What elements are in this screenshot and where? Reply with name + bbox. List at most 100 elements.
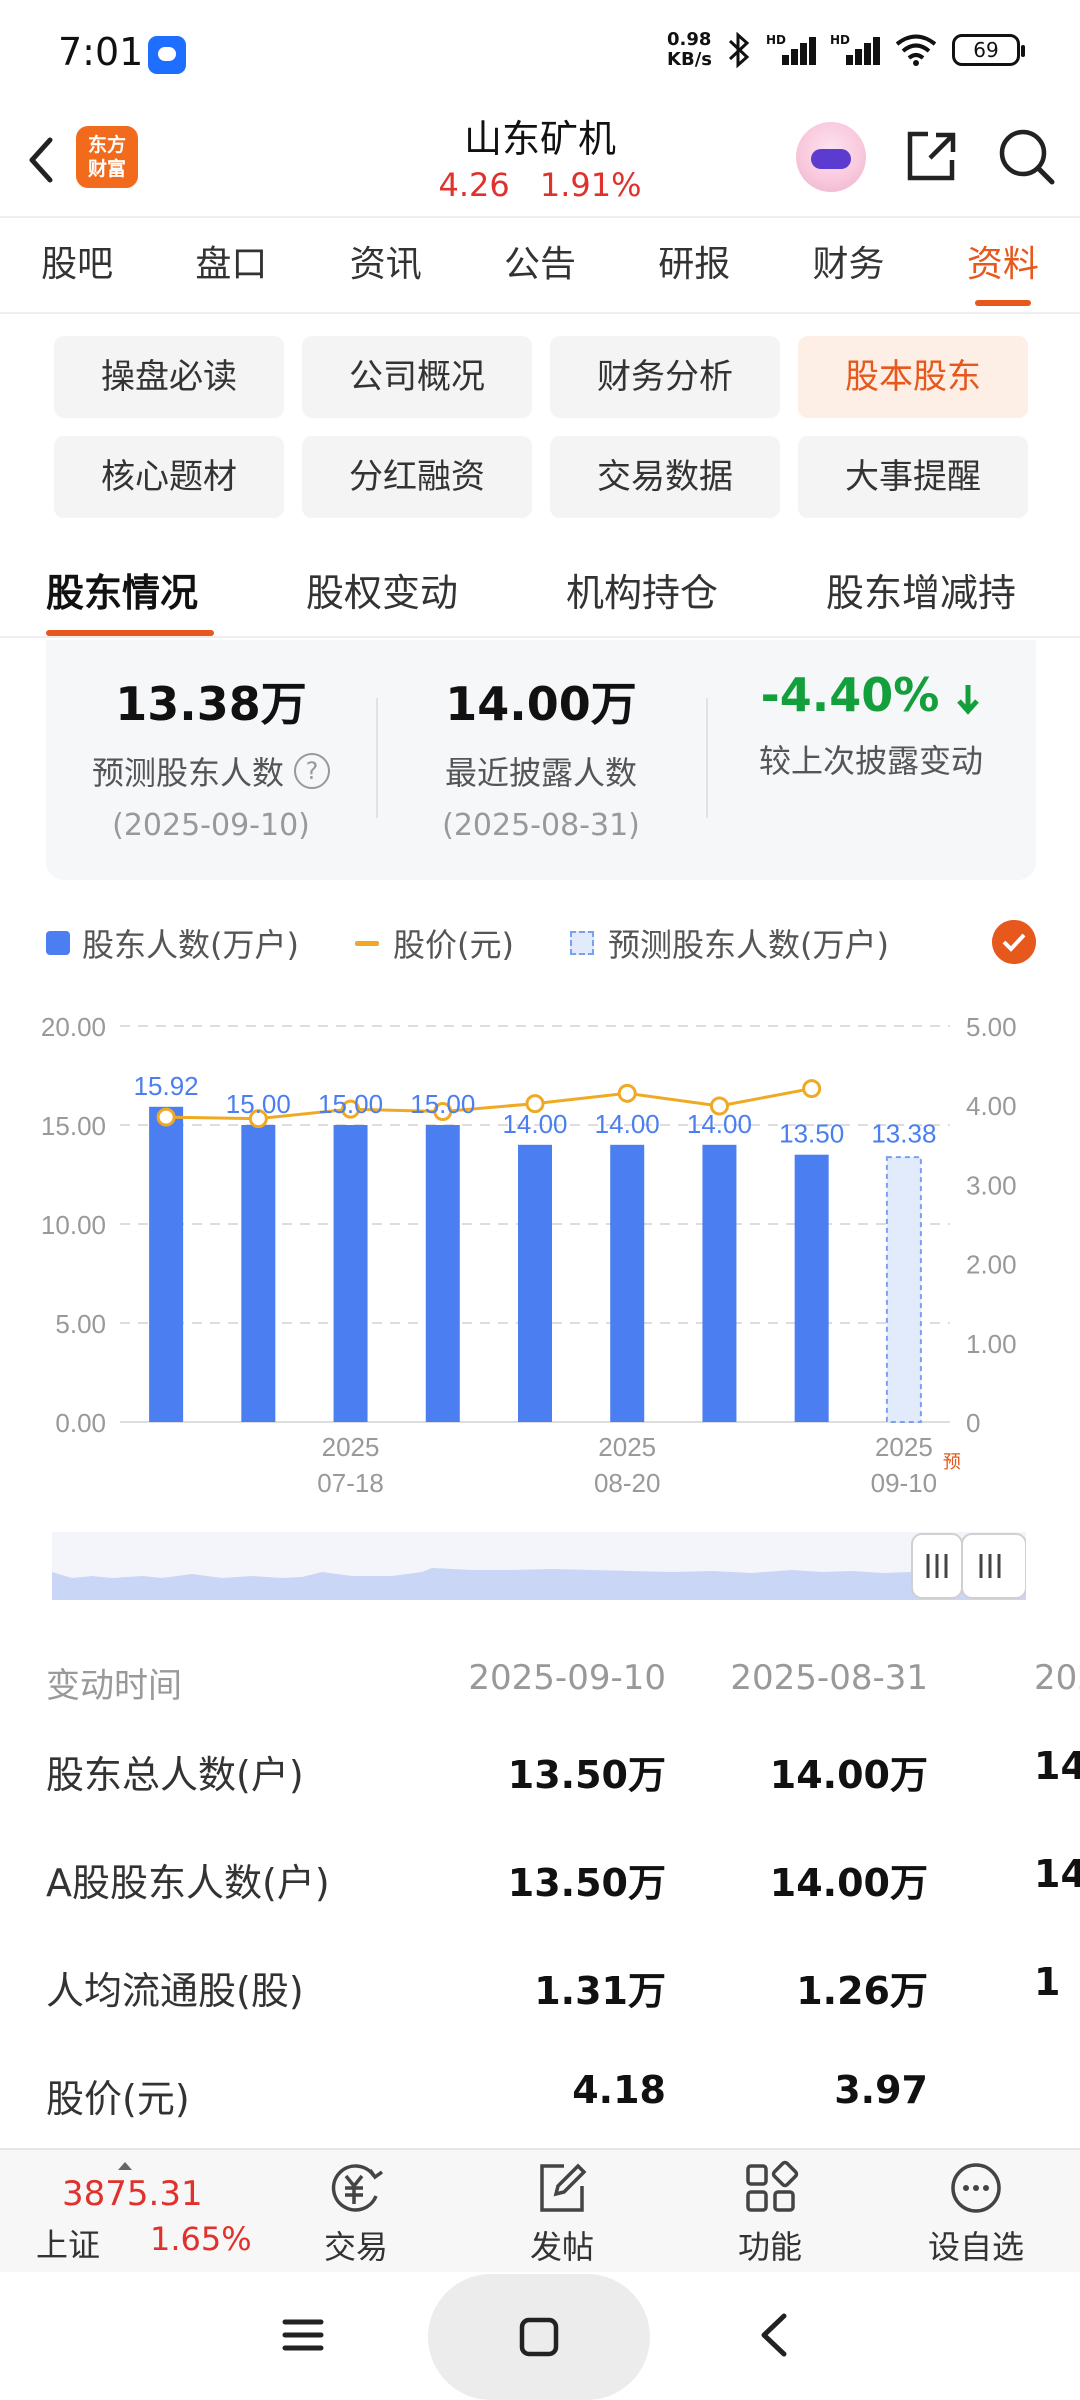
nav-trade[interactable]: 交易: [286, 2160, 426, 2268]
ai-assistant-icon[interactable]: [796, 122, 866, 192]
bar-label: 13.50: [779, 1119, 844, 1149]
shareholder-chart: 15.92 15.00 15.00 15.00 14.00 14.00 14.00 13.50…: [41, 1012, 1017, 1498]
stock-header: 东方 财富 山东矿机 4.26 1.91%: [0, 100, 1080, 218]
system-nav-bar: [0, 2272, 1080, 2400]
row-label: A股股东人数(户): [46, 1861, 330, 1905]
profile-section-grid: 操盘必读 公司概况 财务分析 股本股东 核心题材 分红融资 交易数据 大事提醒: [54, 336, 1030, 518]
share-icon[interactable]: [900, 126, 962, 188]
header-label: 变动时间: [46, 1666, 182, 1706]
bar-label: 15.00: [410, 1089, 475, 1119]
signal-2-icon: HD: [830, 33, 880, 67]
row-value-2: 1.26万: [796, 1969, 928, 2013]
row-label: 股价(元): [46, 2077, 190, 2121]
chip-core-themes[interactable]: 核心题材: [54, 436, 284, 518]
nav-watchlist[interactable]: 设自选: [906, 2160, 1046, 2268]
tab-research[interactable]: 研报: [617, 218, 771, 312]
y-right-tick: 5.00: [966, 1012, 1017, 1042]
menu-icon[interactable]: [280, 2312, 326, 2358]
row-value-3: 1: [1034, 1960, 1061, 2004]
net-speed-value: 0.98: [667, 29, 712, 50]
system-back-icon[interactable]: [752, 2310, 798, 2360]
chip-financial-analysis[interactable]: 财务分析: [550, 336, 780, 418]
summary-forecast: 13.38万 预测股东人数 ? (2025-09-10): [46, 640, 376, 880]
y-right-tick: 2.00: [966, 1250, 1017, 1280]
price-point: [617, 1083, 637, 1103]
signal-1-icon: HD: [766, 33, 816, 67]
bar-label: 15.92: [134, 1071, 199, 1101]
chip-dividends[interactable]: 分红融资: [302, 436, 532, 518]
bar: [794, 1154, 829, 1422]
active-tab-indicator: [46, 630, 214, 636]
check-icon[interactable]: [992, 920, 1036, 964]
tab-announcements[interactable]: 公告: [463, 218, 617, 312]
y-left-tick: 10.00: [41, 1210, 106, 1240]
chip-trading-data[interactable]: 交易数据: [550, 436, 780, 518]
stock-change-pct: 1.91%: [539, 166, 642, 204]
chart-legend: 股东人数(万户) 股价(元) 预测股东人数(万户): [46, 918, 1036, 968]
y-right-tick: 3.00: [966, 1170, 1017, 1200]
status-time: 7:01: [58, 30, 144, 74]
forecast-label: 13.38: [871, 1119, 936, 1149]
bar: [518, 1144, 552, 1422]
y-right-tick: 4.00: [966, 1091, 1017, 1121]
row-value-3: 14: [1034, 1744, 1080, 1788]
home-button[interactable]: [428, 2274, 650, 2400]
x-tick-year: 2025: [875, 1432, 933, 1462]
legend-forecast[interactable]: 预测股东人数(万户): [569, 920, 889, 966]
row-value-3: 14: [1034, 1852, 1080, 1896]
notification-app-icon: [148, 36, 186, 74]
chip-trading-essentials[interactable]: 操盘必读: [54, 336, 284, 418]
nav-functions[interactable]: 功能: [700, 2160, 840, 2268]
legend-price[interactable]: 股价(元): [354, 920, 514, 966]
subtab-equity-changes[interactable]: 股权变动: [306, 562, 458, 617]
tab-guba[interactable]: 股吧: [0, 218, 154, 312]
chip-shareholders[interactable]: 股本股东: [798, 336, 1028, 418]
chip-events[interactable]: 大事提醒: [798, 436, 1028, 518]
help-icon[interactable]: ?: [294, 753, 330, 789]
more-icon: [951, 2163, 1001, 2213]
bluetooth-icon: [728, 32, 750, 68]
slider-right-handle[interactable]: [961, 1533, 1026, 1599]
table-row: 股东总人数(户) 13.50万 14.00万 14: [0, 1720, 1080, 1828]
summary-latest-date: (2025-08-31): [442, 808, 640, 843]
tab-pankou[interactable]: 盘口: [154, 218, 308, 312]
tab-finance[interactable]: 财务: [771, 218, 925, 312]
forecast-mark: 预: [943, 1452, 961, 1472]
row-value-1: 4.18: [572, 2068, 666, 2112]
chart-range-slider[interactable]: [52, 1532, 1026, 1600]
table-row: 人均流通股(股) 1.31万 1.26万 1: [0, 1936, 1080, 2044]
expand-up-icon: [118, 2162, 132, 2170]
stock-price: 4.26: [438, 166, 510, 204]
bar-label: 15.00: [226, 1089, 291, 1119]
row-value-1: 13.50万: [507, 1753, 666, 1797]
tab-profile[interactable]: 资料: [926, 218, 1080, 312]
slider-left-handle[interactable]: [911, 1533, 963, 1599]
table-row: 股价(元) 4.18 3.97: [0, 2044, 1080, 2152]
shareholder-tabs: 股东情况 股权变动 机构持仓 股东增减持: [0, 548, 1080, 638]
index-name: 上证: [36, 2226, 101, 2264]
edit-icon: [540, 2163, 587, 2212]
subtab-institutional-holdings[interactable]: 机构持仓: [566, 562, 718, 617]
row-value-2: 14.00万: [769, 1861, 928, 1905]
nav-trade-label: 交易: [323, 2228, 388, 2266]
wifi-icon: [895, 34, 937, 66]
search-icon[interactable]: [996, 126, 1058, 188]
bar-label: 14.00: [687, 1109, 752, 1139]
subtab-shareholder-status[interactable]: 股东情况: [46, 562, 198, 617]
tab-news[interactable]: 资讯: [309, 218, 463, 312]
price-point: [156, 1107, 176, 1127]
nav-post[interactable]: 发帖: [492, 2160, 632, 2268]
shareholder-summary-card: 13.38万 预测股东人数 ? (2025-09-10) 14.00万 最近披露…: [46, 640, 1036, 880]
arrow-down-icon: [957, 684, 980, 715]
legend-holders[interactable]: 股东人数(万户): [46, 920, 299, 966]
row-value-1: 1.31万: [534, 1969, 666, 2013]
status-bar: 7:01 0.98 KB/s HD HD 69: [0, 0, 1080, 100]
chip-company-overview[interactable]: 公司概况: [302, 336, 532, 418]
nav-functions-label: 功能: [737, 2228, 802, 2266]
grid-icon: [746, 2160, 799, 2212]
nav-watchlist-label: 设自选: [927, 2228, 1024, 2266]
legend-dashed-swatch: [569, 931, 594, 955]
y-left-tick: 0.00: [55, 1408, 106, 1438]
subtab-holding-changes[interactable]: 股东增减持: [826, 562, 1016, 617]
row-label: 股东总人数(户): [46, 1753, 304, 1797]
